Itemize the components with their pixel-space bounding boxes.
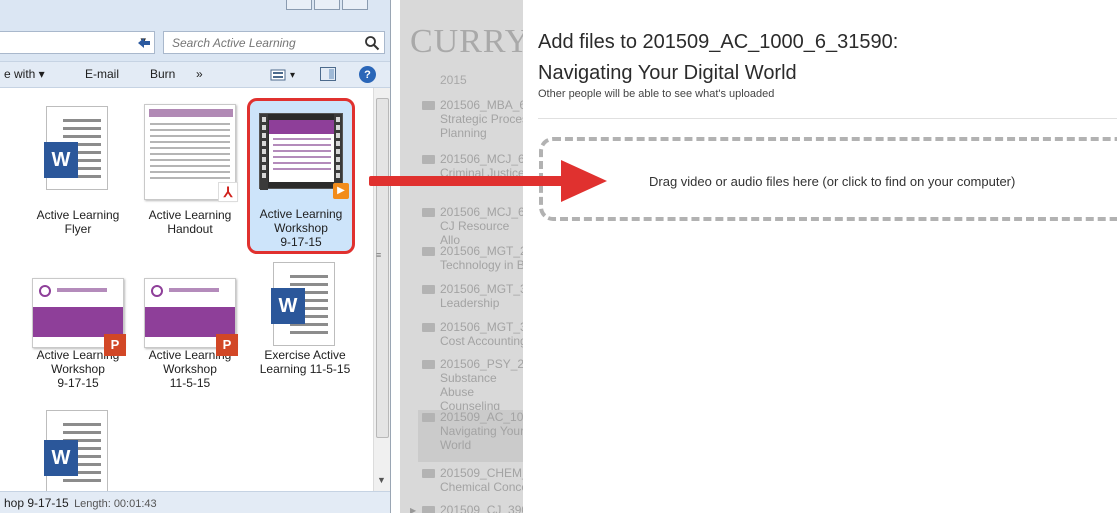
dialog-title: Add files to 201509_AC_1000_6_31590:: [538, 31, 899, 53]
share-with-menu[interactable]: e with ▾: [4, 67, 45, 81]
explorer-toolbar: e with ▾ E-mail Burn » ▾ ?: [0, 62, 390, 88]
search-input[interactable]: [164, 32, 354, 53]
file-length: Length: 00:01:43: [74, 498, 157, 510]
powerpoint-file-icon: P: [30, 270, 126, 370]
folder-icon: [422, 323, 435, 332]
folder-icon: [422, 285, 435, 294]
scrollbar-thumb[interactable]: [376, 98, 389, 438]
screenshot-root: ▾ e with ▾ E-mail Burn » ▾ ?: [0, 0, 1117, 513]
upload-dialog: Add files to 201509_AC_1000_6_31590: Nav…: [523, 0, 1117, 513]
file-item[interactable]: P Active Learning Workshop 11-5-15: [140, 270, 240, 390]
dialog-subtitle: Other people will be able to see what's …: [538, 88, 775, 100]
course-item[interactable]: 201506_MGT_20 Technology in B: [422, 244, 523, 272]
divider: [538, 118, 1117, 119]
course-label: 201506_MBA_65 Strategic Proces Planning: [440, 98, 523, 140]
file-list: W Active Learning Flyer ⅄ Active Learnin…: [0, 88, 373, 491]
course-label: 201506_MCJ_60 CJ Resource Allo: [440, 205, 523, 247]
course-label: 201506_PSY_21 Substance Abuse Counseling: [440, 357, 523, 413]
word-document-icon: W: [30, 406, 126, 491]
brand-logo-text: CURRY: [410, 23, 523, 60]
minimize-button[interactable]: [286, 0, 312, 10]
help-icon[interactable]: ?: [359, 66, 376, 83]
course-label: 201509_CJ_390: [440, 503, 523, 513]
course-list-panel: CURRY 2015 201506_MBA_65 Strategic Proce…: [400, 0, 523, 513]
folder-icon: [422, 469, 435, 478]
selected-file-name: hop 9-17-15: [4, 496, 69, 510]
course-item[interactable]: 201506_MBA_65 Strategic Proces Planning: [422, 98, 523, 140]
view-icon: [270, 69, 286, 81]
folder-icon: [422, 360, 435, 369]
file-explorer-window: ▾ e with ▾ E-mail Burn » ▾ ?: [0, 0, 391, 513]
file-item-selected[interactable]: ▶ Active Learning Workshop 9-17-15: [247, 98, 355, 254]
powerpoint-file-icon: P: [142, 270, 238, 370]
explorer-titlebar: [0, 0, 390, 24]
preview-pane-icon[interactable]: [320, 67, 336, 81]
burn-button[interactable]: Burn: [150, 67, 175, 81]
course-item[interactable]: 201506_MGT_35 Leadership: [422, 282, 523, 310]
address-bar-area: ▾: [0, 24, 390, 62]
video-file-icon: ▶: [253, 103, 349, 203]
chevron-down-icon: ▾: [290, 69, 296, 81]
course-item[interactable]: 201506_MGT_37 Cost Accounting: [422, 320, 523, 348]
folder-icon: [422, 101, 435, 110]
file-item[interactable]: P Active Learning Workshop 9-17-15: [28, 270, 128, 390]
search-icon[interactable]: [364, 35, 380, 51]
course-item[interactable]: 201509_CJ_390: [422, 503, 523, 513]
file-item[interactable]: ⅄ Active Learning Handout: [140, 102, 240, 236]
word-document-icon: W: [30, 102, 126, 202]
vertical-scrollbar[interactable]: ≡ ▼: [373, 88, 390, 491]
file-label: Active Learning Workshop 9-17-15: [259, 207, 343, 249]
file-item[interactable]: W: [28, 406, 128, 491]
course-label: 201509_CHEM_ Chemical Conce: [440, 466, 523, 494]
pdf-document-icon: ⅄: [142, 102, 238, 202]
course-label: 201509_AC_100 Navigating Your World: [440, 410, 523, 452]
course-year-label: 2015: [440, 73, 467, 87]
refresh-icon[interactable]: [131, 31, 157, 54]
course-label: 201506_MGT_35 Leadership: [440, 282, 523, 310]
course-label: 201506_MGT_37 Cost Accounting: [440, 320, 523, 348]
expand-arrow-icon[interactable]: ▶: [410, 506, 416, 513]
more-commands-button[interactable]: »: [196, 67, 203, 81]
drop-zone-instructions[interactable]: Drag video or audio files here (or click…: [649, 174, 1015, 189]
window-controls: [286, 0, 390, 10]
course-item[interactable]: 201506_MCJ_60 CJ Resource Allo: [422, 205, 523, 247]
folder-icon: [422, 506, 435, 513]
scroll-grip-icon: ≡: [376, 250, 382, 260]
folder-icon: [422, 247, 435, 256]
play-icon: ▶: [333, 183, 349, 199]
file-label: Active Learning Handout: [148, 208, 232, 236]
dialog-title-course-name: Navigating Your Digital World: [538, 62, 797, 84]
annotation-arrow-icon: [369, 160, 607, 202]
email-button[interactable]: E-mail: [85, 67, 119, 81]
file-label: Active Learning Flyer: [36, 208, 120, 236]
folder-icon: [422, 208, 435, 217]
status-bar: hop 9-17-15 Length: 00:01:43: [0, 491, 390, 513]
folder-icon: [422, 413, 435, 422]
file-item[interactable]: W Exercise Active Learning 11-5-15: [255, 258, 355, 376]
course-item-active[interactable]: 201509_AC_100 Navigating Your World: [418, 410, 523, 462]
scroll-down-arrow-icon[interactable]: ▼: [377, 475, 386, 485]
course-label: 201506_MGT_20 Technology in B: [440, 244, 523, 272]
course-item[interactable]: 201506_PSY_21 Substance Abuse Counseling: [422, 357, 523, 413]
change-view-button[interactable]: ▾: [270, 66, 306, 84]
close-button[interactable]: [342, 0, 368, 10]
word-document-icon: W: [257, 258, 353, 358]
maximize-button[interactable]: [314, 0, 340, 10]
file-item[interactable]: W Active Learning Flyer: [28, 102, 128, 236]
search-box[interactable]: [163, 31, 385, 54]
course-item[interactable]: 201509_CHEM_ Chemical Conce: [422, 466, 523, 494]
